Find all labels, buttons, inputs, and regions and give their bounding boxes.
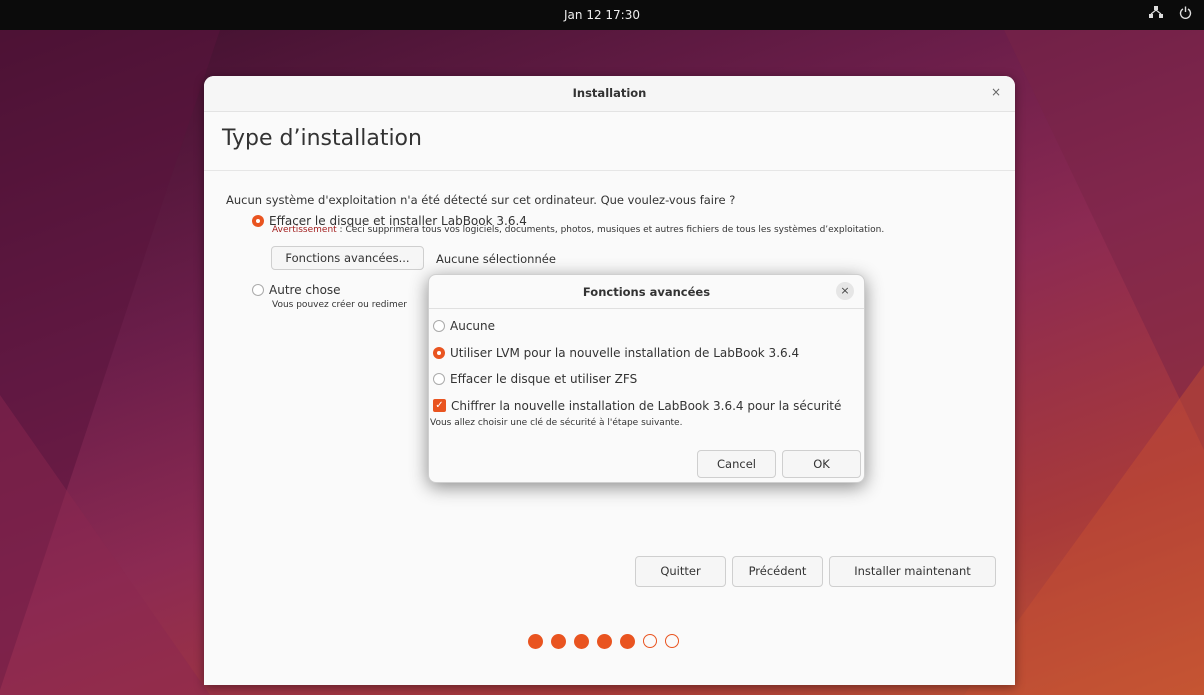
dialog-option-label[interactable]: Utiliser LVM pour la nouvelle installati… bbox=[450, 346, 799, 360]
option-other-label[interactable]: Autre chose bbox=[269, 283, 341, 297]
previous-button[interactable]: Précédent bbox=[732, 556, 823, 587]
radio-unselected-icon[interactable] bbox=[433, 320, 445, 332]
power-icon[interactable] bbox=[1179, 6, 1192, 23]
question-text: Aucun système d'exploitation n'a été dét… bbox=[226, 193, 736, 207]
radio-unselected-icon[interactable] bbox=[252, 284, 264, 296]
advanced-status: Aucune sélectionnée bbox=[436, 252, 556, 266]
dialog-title: Fonctions avancées bbox=[582, 285, 711, 299]
progress-dot-filled bbox=[528, 634, 543, 649]
quit-button[interactable]: Quitter bbox=[635, 556, 726, 587]
dialog-option-lvm[interactable]: Utiliser LVM pour la nouvelle installati… bbox=[433, 346, 799, 360]
progress-dot-filled bbox=[597, 634, 612, 649]
checkmark-icon[interactable]: ✓ bbox=[433, 399, 446, 412]
system-tray[interactable] bbox=[1149, 6, 1192, 23]
option-something-else[interactable]: Autre chose bbox=[252, 283, 341, 297]
warning-body: : Ceci supprimera tous vos logiciels, do… bbox=[336, 225, 885, 235]
progress-dot-filled bbox=[620, 634, 635, 649]
dialog-option-zfs[interactable]: Effacer le disque et utiliser ZFS bbox=[433, 372, 637, 386]
page-header: Type d’installation bbox=[204, 112, 1015, 171]
advanced-features-dialog: Fonctions avancées × Aucune Utiliser LVM… bbox=[428, 274, 865, 483]
progress-dot-filled bbox=[551, 634, 566, 649]
dialog-encrypt-checkbox[interactable]: ✓ Chiffrer la nouvelle installation de L… bbox=[433, 399, 841, 413]
progress-dot-empty bbox=[665, 634, 679, 648]
radio-unselected-icon[interactable] bbox=[433, 373, 445, 385]
dialog-encrypt-description: Vous allez choisir une clé de sécurité à… bbox=[430, 418, 683, 428]
progress-dots bbox=[528, 634, 679, 649]
wallpaper-shape bbox=[0, 395, 210, 695]
advanced-features-button[interactable]: Fonctions avancées... bbox=[271, 246, 424, 270]
dialog-option-label[interactable]: Effacer le disque et utiliser ZFS bbox=[450, 372, 637, 386]
radio-selected-icon[interactable] bbox=[433, 347, 445, 359]
cancel-button[interactable]: Cancel bbox=[697, 450, 776, 478]
close-icon[interactable]: × bbox=[836, 282, 854, 300]
clock[interactable]: Jan 12 17:30 bbox=[0, 8, 1204, 22]
dialog-option-none[interactable]: Aucune bbox=[433, 319, 495, 333]
install-now-button[interactable]: Installer maintenant bbox=[829, 556, 996, 587]
progress-dot-empty bbox=[643, 634, 657, 648]
network-icon[interactable] bbox=[1149, 6, 1163, 23]
ok-button[interactable]: OK bbox=[782, 450, 861, 478]
warning-text: Avertissement : Ceci supprimera tous vos… bbox=[272, 225, 884, 235]
progress-dot-filled bbox=[574, 634, 589, 649]
window-titlebar[interactable]: Installation × bbox=[204, 76, 1015, 112]
warning-label: Avertissement bbox=[272, 225, 337, 235]
dialog-encrypt-label[interactable]: Chiffrer la nouvelle installation de Lab… bbox=[451, 399, 841, 413]
dialog-option-label[interactable]: Aucune bbox=[450, 319, 495, 333]
option-other-description: Vous pouvez créer ou redimer bbox=[272, 300, 408, 310]
dialog-titlebar[interactable]: Fonctions avancées × bbox=[429, 275, 864, 309]
page-title: Type d’installation bbox=[222, 126, 422, 151]
window-title: Installation bbox=[572, 86, 647, 100]
top-bar: Jan 12 17:30 bbox=[0, 0, 1204, 30]
close-icon[interactable]: × bbox=[991, 85, 1001, 99]
radio-selected-icon[interactable] bbox=[252, 215, 264, 227]
